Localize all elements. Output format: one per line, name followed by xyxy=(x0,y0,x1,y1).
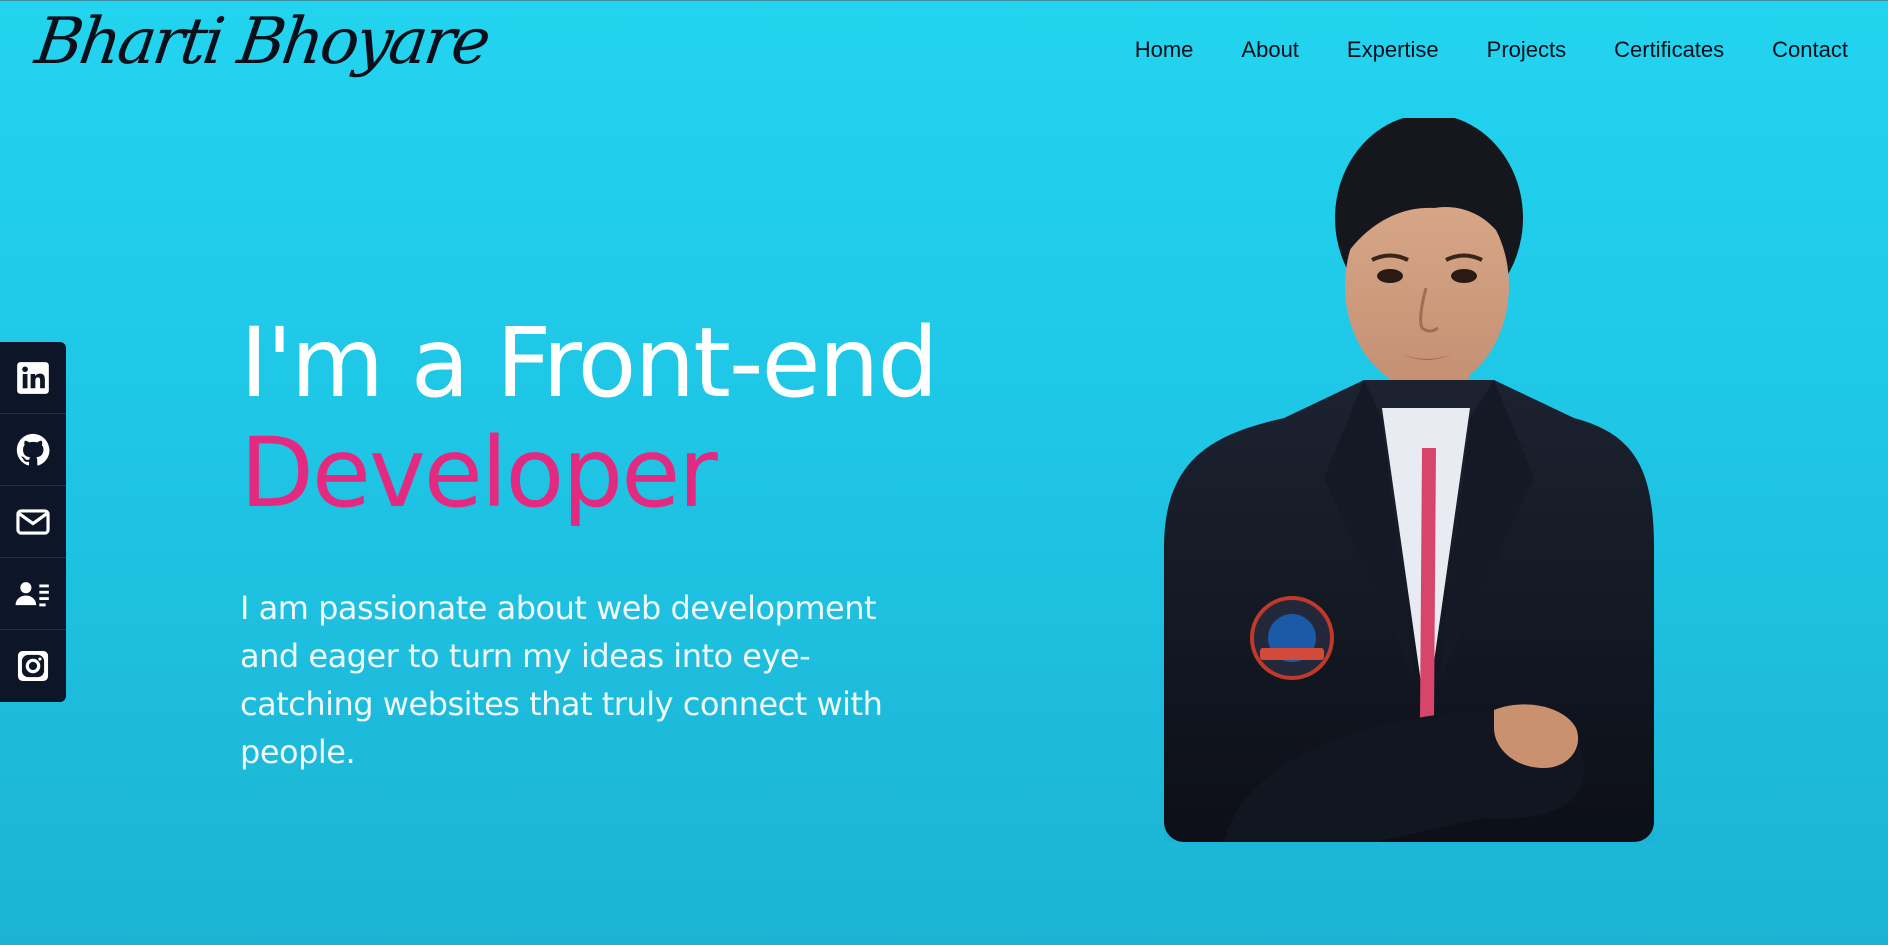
main-nav: Home About Expertise Projects Certificat… xyxy=(1135,37,1848,63)
brand-logo[interactable]: Bharti Bhoyare xyxy=(31,5,492,79)
github-link[interactable] xyxy=(0,414,66,486)
linkedin-icon xyxy=(17,361,49,394)
site-header: Bharti Bhoyare Home About Expertise Proj… xyxy=(0,0,1888,100)
hero-description: I am passionate about web development an… xyxy=(240,589,883,771)
nav-link-expertise[interactable]: Expertise xyxy=(1347,37,1439,63)
resume-icon xyxy=(15,581,49,606)
resume-link[interactable] xyxy=(0,558,66,630)
nav-link-about[interactable]: About xyxy=(1241,37,1299,63)
nav-link-contact[interactable]: Contact xyxy=(1772,37,1848,63)
portfolio-page: Bharti Bhoyare Home About Expertise Proj… xyxy=(0,0,1888,945)
instagram-icon xyxy=(17,650,49,682)
hero-title-role: Developer xyxy=(240,417,718,529)
nav-link-projects[interactable]: Projects xyxy=(1487,37,1566,63)
linkedin-link[interactable] xyxy=(0,342,66,414)
profile-photo xyxy=(1164,118,1654,842)
social-sidebar xyxy=(0,342,66,702)
nav-link-home[interactable]: Home xyxy=(1135,37,1194,63)
email-link[interactable] xyxy=(0,486,66,558)
instagram-link[interactable] xyxy=(0,630,66,702)
profile-photo-illustration xyxy=(1164,118,1654,842)
hero-title-line1: I'm a Front-end xyxy=(240,307,938,419)
github-icon xyxy=(16,433,50,466)
hero-title: I'm a Front-end Developer xyxy=(240,307,938,529)
nav-link-certificates[interactable]: Certificates xyxy=(1614,37,1724,63)
mail-icon xyxy=(16,508,50,535)
